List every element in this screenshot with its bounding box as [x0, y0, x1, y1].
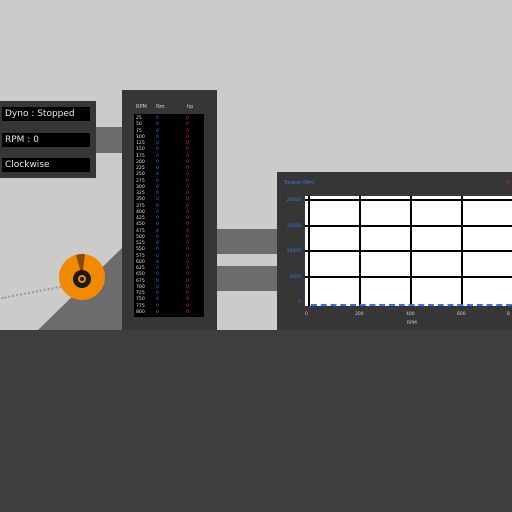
y-tick: 15000	[286, 224, 301, 229]
graph-connector-bottom	[217, 266, 277, 291]
grid-line	[305, 225, 512, 227]
x-tick: 400	[406, 312, 415, 317]
torque-series	[311, 304, 512, 306]
hp-cell: 0	[186, 309, 189, 315]
graph-panel: Torque (Nm) P 20000 15000 10000 5000 0 0…	[277, 172, 512, 330]
x-axis-label: RPM	[407, 321, 417, 326]
table-header: RPM Nm hp	[136, 104, 206, 112]
x-tick: 200	[355, 312, 364, 317]
y-tick: 0	[298, 300, 301, 305]
x-tick: 0	[305, 312, 308, 317]
wheel-icon[interactable]	[58, 253, 106, 301]
rpm-cell: 800	[136, 309, 145, 315]
table-body[interactable]: 25 0 0 50 0 0 75 0 0 100 0 0 125 0 0 150 0 0 175 0 0 200 0 0 225…	[134, 114, 204, 317]
data-table-panel: RPM Nm hp 25 0 0 50 0 0 75 0 0 100 0 0 125 0 0 150 0 0 175…	[122, 90, 217, 330]
header-hp: hp	[187, 104, 194, 110]
graph-connector-top	[217, 229, 277, 254]
header-nm: Nm	[156, 104, 165, 110]
status-connector	[96, 127, 122, 153]
header-rpm: RPM	[136, 104, 147, 110]
grid-line	[305, 276, 512, 278]
table-row: 800 0 0	[134, 310, 204, 316]
x-tick: 600	[457, 312, 466, 317]
y-tick: 20000	[286, 198, 301, 203]
power-title: P	[507, 180, 511, 186]
direction-toggle[interactable]: Clockwise	[2, 158, 90, 172]
grid-line	[305, 199, 512, 201]
nm-cell: 0	[156, 309, 159, 315]
y-tick: 5000	[289, 275, 301, 280]
torque-title: Torque (Nm)	[284, 180, 315, 186]
plot-area	[305, 196, 512, 306]
dyno-state-label: Dyno : Stopped	[2, 107, 90, 121]
grid-line	[305, 250, 512, 252]
x-tick: 8	[507, 312, 510, 317]
status-panel: Dyno : Stopped RPM : 0 Clockwise	[0, 101, 96, 178]
rpm-readout: RPM : 0	[2, 133, 90, 147]
y-tick: 10000	[286, 249, 301, 254]
floor	[0, 330, 512, 512]
